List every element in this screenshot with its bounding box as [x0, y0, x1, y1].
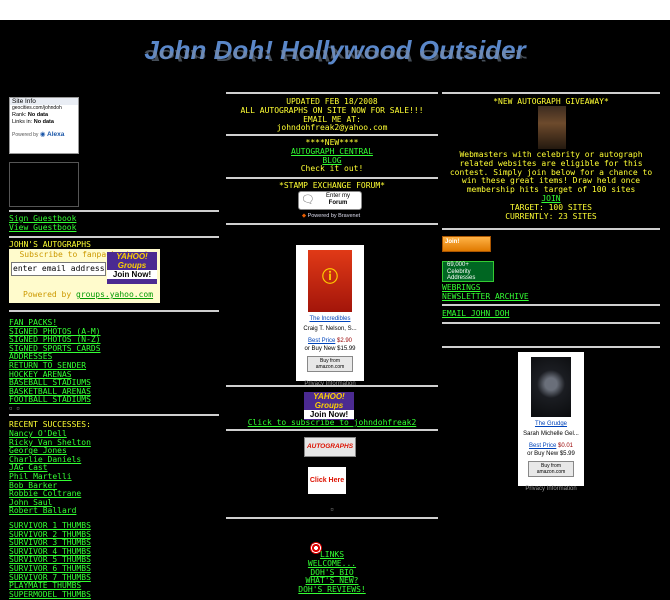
divider	[226, 177, 438, 179]
amazon-widget-grudge[interactable]: The Grudge Sarah Michelle Gel... Best Pr…	[518, 352, 584, 492]
grudge-poster	[531, 357, 571, 417]
currently-text: CURRENTLY: 23 SITES	[505, 211, 597, 221]
incredibles-logo-icon: ⓘ	[321, 269, 338, 286]
subscribe-box: Subscribe to fanpacknetwork enter email …	[9, 249, 160, 303]
divider	[226, 385, 438, 387]
recent-success-link-robert-ballard[interactable]: Robert Ballard	[9, 507, 91, 516]
buy-new-text: or Buy New $15.99	[304, 346, 356, 353]
thumbs-link-supermodel-thumbs[interactable]: SUPERMODEL THUMBS	[9, 590, 91, 600]
site-title-reflection: John Doh! Hollywood Outsider	[144, 46, 526, 65]
alexa-url: geocities.com/johndoh	[12, 105, 62, 111]
join-button[interactable]: Join!	[442, 236, 491, 252]
divider	[226, 517, 438, 519]
nav-link-football-stadiums[interactable]: FOOTBALL STADIUMS	[9, 396, 101, 405]
divider	[442, 304, 660, 306]
celebrity-addresses-badge[interactable]: 69,000+ Celebrity Addresses	[442, 261, 494, 282]
powered-label: Powered by	[23, 290, 72, 299]
small-dot: ▫	[330, 506, 334, 513]
empty-widget	[9, 162, 79, 207]
stamp-forum-heading: *STAMP EXCHANGE FORUM*	[279, 181, 385, 190]
alexa-links-label: Links in:	[12, 119, 33, 125]
forum-line1: Enter my	[325, 193, 350, 199]
email-input[interactable]: enter email address	[11, 262, 106, 276]
alexa-powered: Powered by	[12, 132, 39, 138]
giveaway-photo	[538, 106, 566, 149]
alexa-logo-icon: ◉ Alexa	[39, 131, 65, 138]
bravenet-text: Powered by Bravenet	[307, 213, 361, 219]
divider	[226, 134, 438, 136]
divider	[226, 92, 438, 94]
alexa-links-value: No data	[33, 119, 54, 125]
yahoo-logo-mid: YAHOO!	[313, 392, 345, 401]
best-price-label[interactable]: Best Price	[308, 338, 335, 344]
yahoo-groups-text: Groups	[117, 261, 147, 270]
giveaway-text: Webmasters with celebrity or autograph r…	[449, 150, 653, 195]
yahoo-groups-text-mid: Groups	[314, 401, 344, 410]
incredibles-poster: ⓘ	[308, 250, 352, 312]
best-price-value: $2.90	[337, 337, 353, 344]
amazon-meta: Craig T. Nelson, S...	[303, 325, 357, 332]
alexa-widget[interactable]: Site Info geocities.com/johndoh Rank: No…	[9, 97, 79, 154]
page: John Doh! Hollywood Outsider John Doh! H…	[0, 20, 670, 600]
forum-button[interactable]: 🗨 Enter my Forum	[298, 191, 362, 210]
amazon-title-link-2[interactable]: The Grudge	[518, 420, 584, 429]
divider	[442, 92, 660, 94]
subscribe-link[interactable]: Click to subscribe to johndohfreak2	[226, 418, 438, 428]
buy-amazon-button-2[interactable]: Buy from amazon.com	[528, 461, 574, 478]
divider	[226, 223, 438, 225]
best-price-label-2[interactable]: Best Price	[529, 443, 556, 449]
alexa-rank-value: No data	[27, 112, 49, 118]
amazon-widget-incredibles[interactable]: ⓘ The Incredibles Craig T. Nelson, S... …	[296, 245, 364, 387]
email-john-link[interactable]: EMAIL JOHN DOH	[442, 309, 509, 319]
alexa-rank-label: Rank:	[12, 112, 27, 118]
yahoo-join-text: Join Now!	[107, 270, 157, 279]
view-guestbook-link[interactable]: View Guestbook	[9, 223, 76, 233]
subscribe-powered: Powered by groups.yahoo.com	[23, 290, 153, 300]
check-it-out: Check it out!	[300, 164, 364, 174]
bravenet-credit: ◆ Powered by Bravenet	[296, 212, 366, 221]
speech-bubble-icon: 🗨	[301, 194, 315, 206]
divider	[226, 429, 438, 431]
newsletter-archive-link[interactable]: NEWSLETTER ARCHIVE	[442, 292, 529, 302]
amazon-meta-2: Sarah Michelle Gel...	[523, 430, 579, 437]
divider	[9, 236, 219, 238]
email-address: johndohfreak2@yahoo.com	[276, 123, 388, 133]
amazon-title-link[interactable]: The Incredibles	[296, 315, 364, 324]
badge-line3: Addresses	[447, 275, 476, 281]
autographs-banner[interactable]: AUTOGRAPHS	[304, 437, 356, 457]
bravenet-icon: ◆	[301, 213, 307, 219]
buy-new-text-2: or Buy New $5.99	[527, 451, 575, 458]
alexa-title: Site Info	[10, 98, 78, 105]
alexa-brand: Alexa	[47, 131, 65, 138]
privacy-info-2[interactable]: Privacy Information	[518, 485, 584, 494]
small-dots: ▫ ▫	[9, 405, 20, 412]
divider	[442, 346, 660, 348]
groups-link[interactable]: groups.yahoo.com	[76, 290, 153, 299]
click-here-banner[interactable]: Click Here	[308, 467, 346, 494]
mid-nav-link-doh-s-reviews[interactable]: DOH'S REVIEWS!	[226, 585, 438, 595]
buy-amazon-button[interactable]: Buy from amazon.com	[307, 356, 353, 373]
best-price-value-2: $0.01	[558, 442, 574, 449]
divider	[9, 310, 219, 312]
yahoo-groups-button[interactable]: YAHOO! Groups Join Now!	[107, 252, 157, 284]
yahoo-logo: YAHOO!	[116, 252, 148, 261]
yahoo-groups-button-mid[interactable]: YAHOO! Groups Join Now!	[304, 392, 354, 420]
divider	[9, 414, 219, 416]
divider	[9, 210, 219, 212]
divider	[442, 322, 660, 324]
forum-line2: Forum	[328, 200, 348, 206]
divider	[442, 228, 660, 230]
